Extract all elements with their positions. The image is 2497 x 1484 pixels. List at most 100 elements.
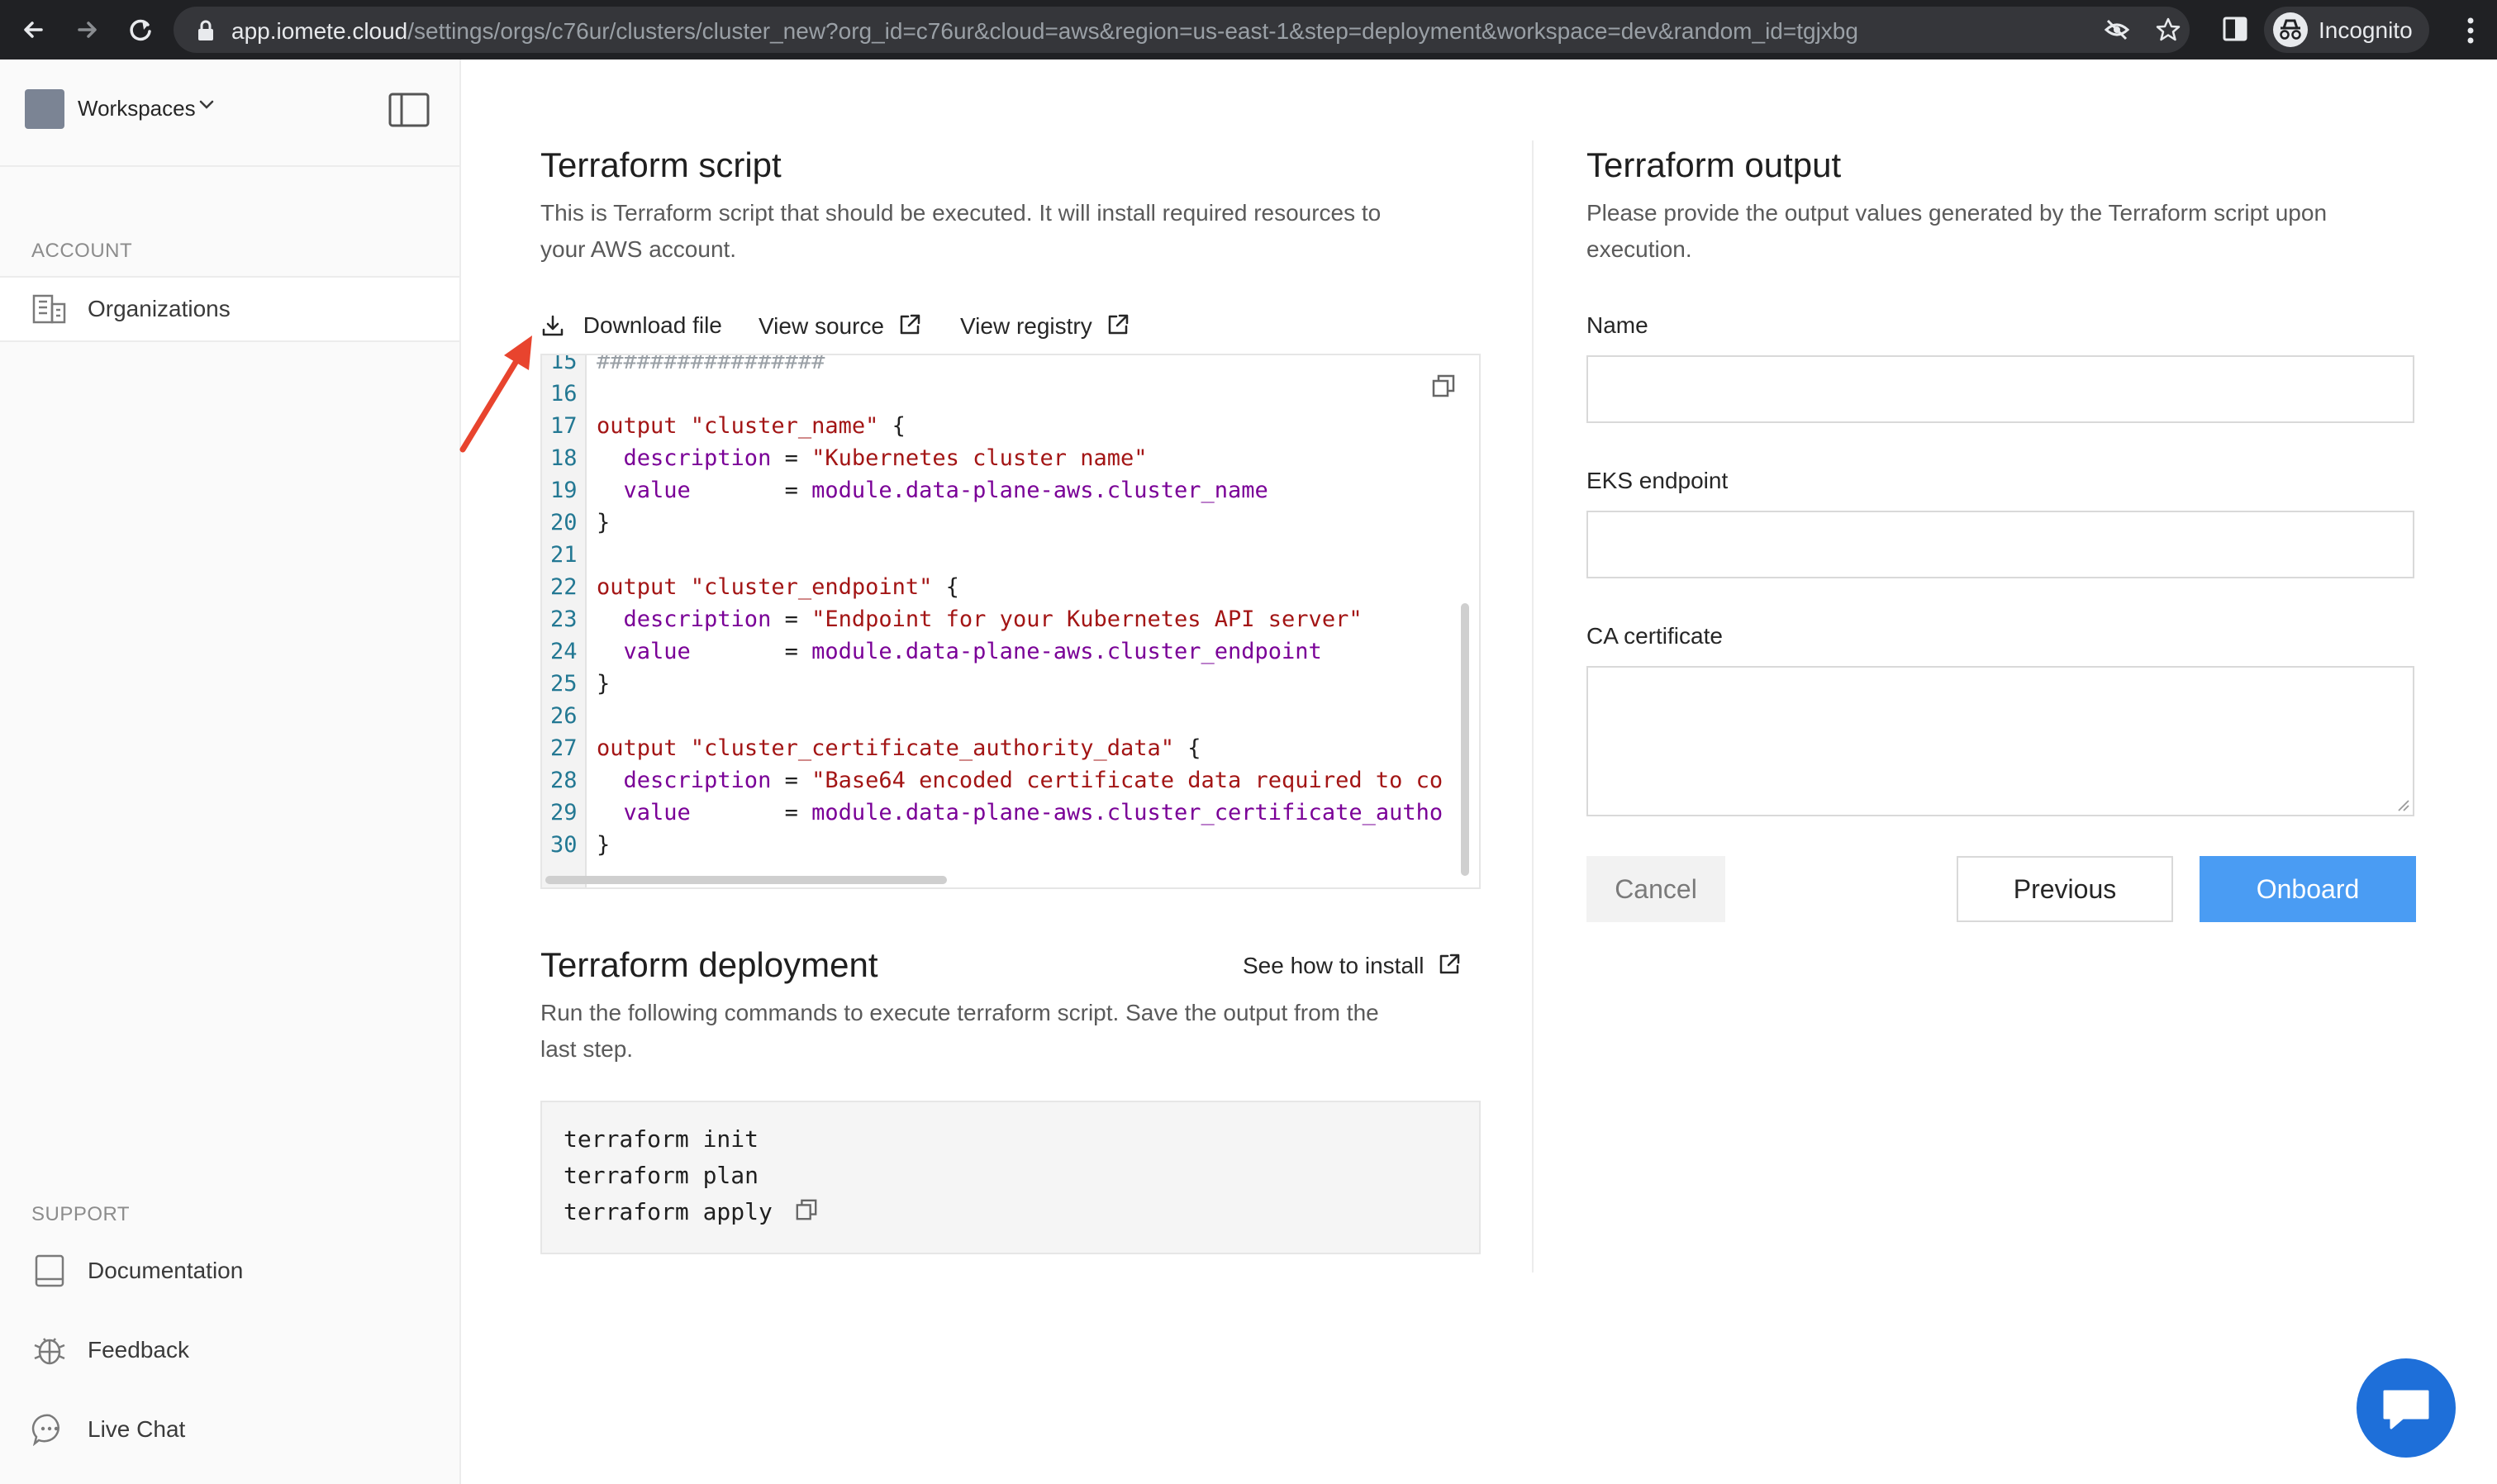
live-chat-launcher[interactable] xyxy=(2357,1358,2456,1458)
url-text[interactable]: app.iomete.cloud/settings/orgs/c76ur/clu… xyxy=(231,18,1858,45)
back-arrow-icon[interactable] xyxy=(17,13,50,46)
chat-bubble-icon xyxy=(2383,1390,2429,1429)
code-line: 29 value = module.data-plane-aws.cluster… xyxy=(542,800,1467,832)
copy-icon[interactable] xyxy=(1431,373,1456,398)
description-line: This is Terraform script that should be … xyxy=(540,200,1382,226)
forward-arrow-icon[interactable] xyxy=(71,13,104,46)
command-block: terraform init terraform plan terraform … xyxy=(540,1101,1481,1254)
description-line: last step. xyxy=(540,1036,634,1062)
previous-button[interactable]: Previous xyxy=(1957,856,2173,922)
vertical-scrollbar[interactable] xyxy=(1461,603,1469,876)
terraform-deployment-description: Run the following commands to execute te… xyxy=(540,995,1379,1068)
kebab-menu-icon[interactable] xyxy=(2466,17,2476,45)
code-text: } xyxy=(597,671,610,697)
code-token: "cluster_endpoint" xyxy=(690,574,933,600)
code-line: 20} xyxy=(542,510,1467,542)
code-text: output "cluster_endpoint" { xyxy=(597,574,959,600)
name-field-label: Name xyxy=(1586,312,1648,338)
line-number: 28 xyxy=(550,768,578,793)
sidebar-item-live-chat[interactable]: Live Chat xyxy=(0,1398,459,1461)
eks-endpoint-input[interactable] xyxy=(1586,511,2414,578)
cancel-button[interactable]: Cancel xyxy=(1586,856,1725,922)
external-link-icon xyxy=(900,314,920,335)
line-number: 18 xyxy=(550,445,578,471)
code-line: 23 description = "Endpoint for your Kube… xyxy=(542,606,1467,639)
star-icon[interactable] xyxy=(2155,17,2181,43)
sidebar-item-feedback[interactable]: Feedback xyxy=(0,1319,459,1382)
view-source-link[interactable]: View source xyxy=(759,312,922,340)
sidebar-item-label: Documentation xyxy=(88,1258,244,1283)
code-token: description xyxy=(597,445,772,471)
code-token: "Kubernetes cluster name" xyxy=(811,445,1148,471)
download-file-button[interactable]: Download file xyxy=(540,312,722,339)
code-token: = xyxy=(771,606,812,632)
code-token: = xyxy=(771,768,812,793)
browser-toolbar: app.iomete.cloud/settings/orgs/c76ur/clu… xyxy=(0,0,2497,59)
download-icon xyxy=(542,315,564,336)
line-number: 30 xyxy=(550,832,578,858)
description-line: Please provide the output values generat… xyxy=(1586,200,2328,226)
line-number: 24 xyxy=(550,639,578,664)
terraform-script-description: This is Terraform script that should be … xyxy=(540,195,1381,268)
code-line: 26 xyxy=(542,703,1467,735)
code-text: description = "Endpoint for your Kuberne… xyxy=(597,606,1363,632)
view-registry-link[interactable]: View registry xyxy=(960,312,1130,340)
code-text: } xyxy=(597,832,610,858)
code-editor[interactable]: 15 ################# 16 17 output "cluster_n… xyxy=(540,354,1481,889)
side-panel-icon[interactable] xyxy=(2223,17,2247,41)
onboard-button[interactable]: Onboard xyxy=(2200,856,2416,922)
code-text: output "cluster_name" { xyxy=(597,413,906,439)
column-divider xyxy=(1532,140,1534,1272)
sidebar-collapse-icon[interactable] xyxy=(388,93,430,127)
line-number: 29 xyxy=(550,800,578,825)
code-text: value = module.data-plane-aws.cluster_en… xyxy=(597,639,1322,664)
book-icon xyxy=(35,1254,64,1287)
code-token: value xyxy=(597,800,691,825)
description-line: your AWS account. xyxy=(540,236,737,262)
code-token: "Endpoint for your Kubernetes API server… xyxy=(811,606,1363,632)
code-line: 21 xyxy=(542,542,1467,574)
eye-slash-icon[interactable] xyxy=(2104,18,2130,41)
code-token: "cluster_name" xyxy=(690,413,879,439)
chat-icon xyxy=(31,1414,59,1446)
view-registry-label: View registry xyxy=(960,313,1092,339)
code-text: description = "Kubernetes cluster name" xyxy=(597,445,1148,471)
terraform-deployment-title: Terraform deployment xyxy=(540,945,878,984)
code-token: module.data-plane-aws.cluster_endpoint xyxy=(811,639,1322,664)
support-section-label: SUPPORT xyxy=(31,1203,131,1225)
chevron-down-icon[interactable] xyxy=(198,99,215,111)
sidebar-item-label: Live Chat xyxy=(88,1416,186,1442)
code-line: 27 output "cluster_certificate_authority_… xyxy=(542,735,1467,768)
sidebar-item-documentation[interactable]: Documentation xyxy=(0,1239,459,1302)
view-source-label: View source xyxy=(759,313,885,339)
code-token: { xyxy=(878,413,906,439)
code-line: 16 xyxy=(542,381,1467,413)
reload-icon[interactable] xyxy=(124,13,157,46)
workspace-selector[interactable]: Workspaces xyxy=(78,96,196,121)
code-line: 22 output "cluster_endpoint" { xyxy=(542,574,1467,606)
address-bar[interactable]: app.iomete.cloud/settings/orgs/c76ur/clu… xyxy=(174,7,2190,53)
code-line: 24 value = module.data-plane-aws.cluster… xyxy=(542,639,1467,671)
resize-handle-icon[interactable] xyxy=(2396,798,2409,811)
external-link-icon xyxy=(1108,314,1128,335)
code-token: "cluster_certificate_authority_data" xyxy=(690,735,1174,761)
line-number: 26 xyxy=(550,703,578,729)
ca-certificate-textarea[interactable] xyxy=(1586,666,2414,816)
code-text: } xyxy=(597,510,610,535)
workspace-avatar[interactable] xyxy=(25,89,64,129)
name-input[interactable] xyxy=(1586,355,2414,423)
command-line: terraform apply xyxy=(564,1198,773,1225)
code-token: output xyxy=(597,735,691,761)
code-token: { xyxy=(932,574,959,600)
code-token: output xyxy=(597,574,691,600)
code-line: 28 description = "Base64 encoded certifi… xyxy=(542,768,1467,800)
external-link-icon xyxy=(1440,954,1460,974)
copy-icon[interactable] xyxy=(795,1198,818,1221)
download-file-label: Download file xyxy=(583,312,722,338)
code-token: } xyxy=(597,671,611,697)
sidebar-item-organizations[interactable]: Organizations xyxy=(0,276,459,342)
line-number: 19 xyxy=(550,478,578,503)
url-path: /settings/orgs/c76ur/clusters/cluster_ne… xyxy=(407,18,1858,44)
see-how-to-install-link[interactable]: See how to install xyxy=(1243,952,1462,979)
horizontal-scrollbar[interactable] xyxy=(545,876,947,884)
